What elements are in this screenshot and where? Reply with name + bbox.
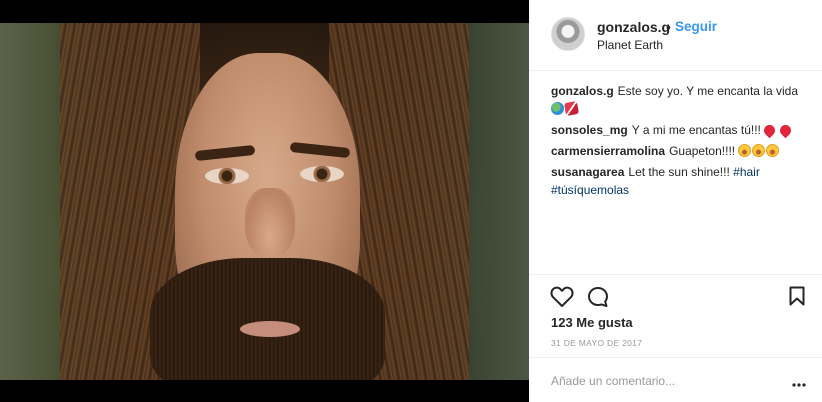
comment-item: carmensierramolina Guapeton!!!! (551, 142, 809, 160)
comment-username-link[interactable]: sonsoles_mg (551, 123, 628, 137)
blush-emoji-icon (766, 144, 780, 157)
photo-beard (150, 258, 385, 380)
caption-username-link[interactable]: gonzalos.g (551, 84, 614, 98)
author-avatar[interactable] (551, 17, 585, 51)
broken-heart-emoji-icon (563, 100, 580, 117)
comment-text: Y a mi me encantas tú!!! (631, 123, 761, 137)
globe-emoji-icon (551, 102, 564, 115)
heart-emoji-icon (777, 122, 793, 139)
likes-count[interactable]: 123 Me gusta (551, 315, 633, 330)
comment-username-link[interactable]: carmensierramolina (551, 144, 665, 158)
caption-text: Este soy yo. Y me encanta la vida (617, 84, 798, 98)
hashtag-link[interactable]: #túsíquemolas (551, 183, 629, 197)
hashtag-link[interactable]: #hair (733, 165, 760, 179)
blush-emoji-icon (752, 144, 766, 157)
post-photo[interactable] (0, 23, 529, 380)
comment-text: Guapeton!!!! (669, 144, 736, 158)
more-icon[interactable] (792, 377, 806, 387)
follow-button[interactable]: Seguir (675, 19, 717, 34)
caption: gonzalos.g Este soy yo. Y me encanta la v… (551, 82, 809, 118)
location-link[interactable]: Planet Earth (597, 38, 663, 52)
comment-icon[interactable] (587, 286, 609, 308)
comment-item: susanagarea Let the sun shine!!! #hair #t… (551, 163, 809, 199)
photo-lips (240, 321, 300, 337)
blush-emoji-icon (738, 144, 752, 157)
comment-item: sonsoles_mg Y a mi me encantas tú!!! (551, 121, 809, 139)
post-media (0, 0, 529, 402)
photo-eye-left (205, 168, 249, 184)
add-comment-input[interactable] (551, 372, 771, 390)
post-header: gonzalos.g • Seguir Planet Earth (529, 0, 822, 71)
post-date: 31 de mayo de 2017 (551, 338, 643, 348)
add-comment-section (529, 357, 822, 402)
photo-nose (245, 188, 295, 258)
photo-eye-right (300, 166, 344, 182)
heart-icon[interactable] (550, 286, 574, 308)
post-side-panel: gonzalos.g • Seguir Planet Earth gonzalo… (529, 0, 822, 402)
heart-emoji-icon (761, 122, 778, 139)
header-separator: • (666, 19, 671, 35)
author-username-link[interactable]: gonzalos.g (597, 19, 670, 35)
comment-username-link[interactable]: susanagarea (551, 165, 624, 179)
comments-list: gonzalos.g Este soy yo. Y me encanta la v… (551, 82, 809, 202)
comment-text: Let the sun shine!!! (628, 165, 730, 179)
action-bar (529, 274, 822, 318)
instagram-post: gonzalos.g • Seguir Planet Earth gonzalo… (0, 0, 822, 402)
bookmark-icon[interactable] (789, 286, 805, 306)
